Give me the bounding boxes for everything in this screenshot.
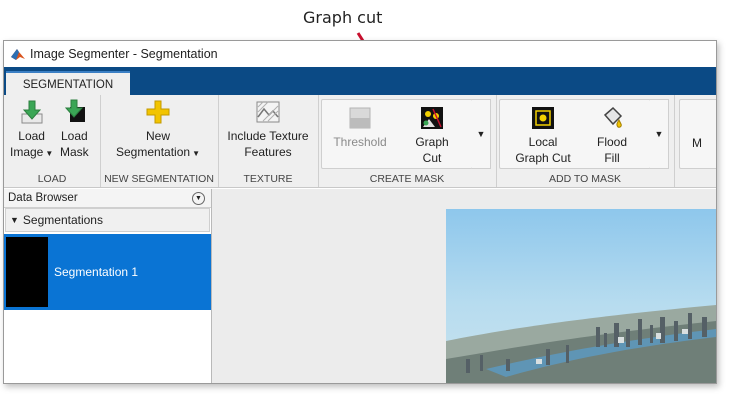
group-label-load: LOAD <box>37 173 67 185</box>
local-graph-cut-icon <box>532 107 554 129</box>
caret-down-icon: ▼ <box>192 149 200 158</box>
ribbon-toolbar: Load Image ▼ Load Mask LOAD New Segmentat… <box>4 95 716 188</box>
group-create-mask: Threshold Graph Cut ▼ CREATE MASK <box>318 95 497 187</box>
window-title: Image Segmenter - Segmentation <box>30 47 218 61</box>
new-segmentation-button[interactable]: New Segmentation ▼ <box>108 99 208 162</box>
segmentations-section-header[interactable]: ▼ Segmentations <box>5 208 210 232</box>
title-bar: Image Segmenter - Segmentation <box>4 41 716 67</box>
truncated-button[interactable]: M <box>692 135 702 151</box>
data-browser-panel: Data Browser ▼ ▼ Segmentations Segmentat… <box>4 189 212 383</box>
caret-down-icon: ▼ <box>476 129 486 139</box>
group-truncated: M <box>676 95 716 187</box>
group-label-new-segmentation: NEW SEGMENTATION <box>104 173 214 185</box>
tab-strip: SEGMENTATION <box>4 67 716 97</box>
segmentation-thumbnail <box>6 237 48 307</box>
group-label-texture: TEXTURE <box>243 173 293 185</box>
load-mask-button[interactable]: Load Mask <box>60 99 89 160</box>
caret-down-icon: ▼ <box>654 129 664 139</box>
group-load: Load Image ▼ Load Mask LOAD <box>4 95 101 187</box>
aerial-city-image <box>446 209 716 383</box>
group-new-segmentation: New Segmentation ▼ NEW SEGMENTATION <box>100 95 219 187</box>
graph-cut-button[interactable]: Graph Cut <box>402 105 462 166</box>
matlab-logo-icon <box>11 49 25 60</box>
image-canvas[interactable] <box>212 189 716 383</box>
plus-icon <box>146 100 170 124</box>
threshold-button[interactable]: Threshold <box>328 105 392 150</box>
add-to-mask-more-button[interactable]: ▼ <box>650 99 669 169</box>
load-mask-icon <box>65 99 86 122</box>
segmentation-label: Segmentation 1 <box>54 265 139 279</box>
local-graph-cut-button[interactable]: Local Graph Cut <box>504 105 582 166</box>
list-item-segmentation-1[interactable]: Segmentation 1 <box>4 234 211 310</box>
app-window: Image Segmenter - Segmentation SEGMENTAT… <box>3 40 717 384</box>
include-texture-button[interactable]: Include Texture Features <box>220 99 316 160</box>
group-add-to-mask: Local Graph Cut Flood Fill ▼ ADD TO MASK <box>496 95 675 187</box>
tab-segmentation[interactable]: SEGMENTATION <box>6 71 130 97</box>
create-mask-more-button[interactable]: ▼ <box>472 99 491 169</box>
group-label-create-mask: CREATE MASK <box>369 173 445 185</box>
load-image-icon <box>21 100 43 124</box>
caret-down-icon: ▼ <box>45 149 54 158</box>
truncated-gallery <box>679 99 716 169</box>
data-browser-header: Data Browser ▼ <box>4 189 211 208</box>
flood-fill-icon <box>603 106 623 128</box>
group-label-add-to-mask: ADD TO MASK <box>549 173 621 185</box>
texture-icon <box>256 101 280 123</box>
load-image-button[interactable]: Load Image ▼ <box>10 99 53 162</box>
threshold-icon <box>349 107 371 129</box>
data-browser-title: Data Browser <box>8 192 78 204</box>
collapse-icon: ▼ <box>10 215 19 225</box>
graph-cut-icon <box>421 107 443 129</box>
flood-fill-button[interactable]: Flood Fill <box>584 105 640 166</box>
group-texture: Include Texture Features TEXTURE <box>218 95 319 187</box>
panel-menu-icon[interactable]: ▼ <box>192 191 205 205</box>
